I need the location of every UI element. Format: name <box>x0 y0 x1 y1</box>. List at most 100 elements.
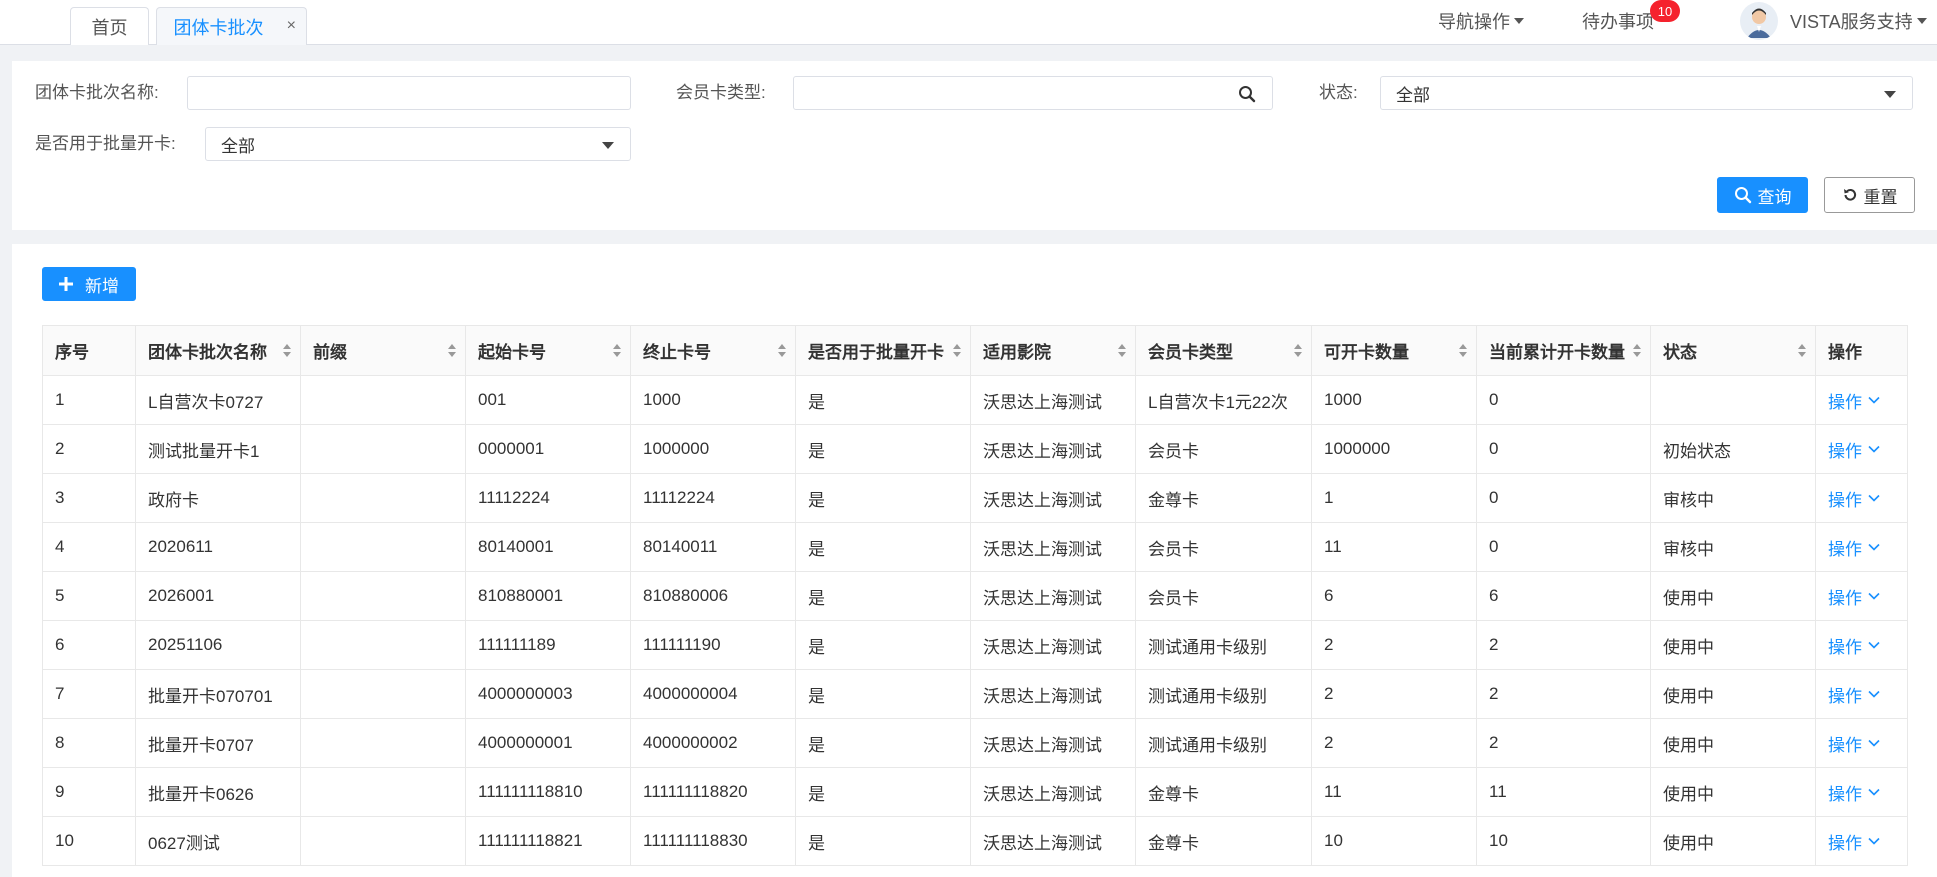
cell-prefix <box>300 571 466 621</box>
sort-icon[interactable] <box>1633 344 1641 358</box>
cell-open-count: 11 <box>1311 522 1477 572</box>
cell-prefix <box>300 669 466 719</box>
add-button[interactable]: 新增 <box>42 267 136 301</box>
card-type-input[interactable] <box>793 76 1273 110</box>
cell-end-card: 1000 <box>630 375 796 425</box>
cell-actions: 操作 <box>1815 375 1908 425</box>
table-row: 7 批量开卡070701 4000000003 4000000004 是沃思达上海测试测… <box>42 669 1908 719</box>
tab-group-card-batch[interactable]: 团体卡批次 × <box>156 7 307 45</box>
batch-name-input[interactable] <box>187 76 631 110</box>
sort-icon[interactable] <box>953 344 961 358</box>
cell-end-card: 111111118830 <box>630 816 796 866</box>
sort-icon[interactable] <box>613 344 621 358</box>
col-header-end-card[interactable]: 终止卡号 <box>630 325 796 376</box>
cell-start-card: 4000000001 <box>465 718 631 768</box>
cell-batch-name: 批量开卡0707 <box>135 718 301 768</box>
cell-actions: 操作 <box>1815 767 1908 817</box>
row-action-label: 操作 <box>1828 588 1862 608</box>
cell-index: 7 <box>42 669 136 719</box>
col-header-card-type[interactable]: 会员卡类型 <box>1135 325 1312 376</box>
cell-open-count: 1000 <box>1311 375 1477 425</box>
sort-icon[interactable] <box>778 344 786 358</box>
cell-actions: 操作 <box>1815 816 1908 866</box>
col-header-status[interactable]: 状态 <box>1650 325 1816 376</box>
row-action-dropdown[interactable]: 操作 <box>1828 780 1880 805</box>
row-action-dropdown[interactable]: 操作 <box>1828 829 1880 854</box>
cell-card-type: 测试通用卡级别 <box>1135 718 1312 768</box>
row-action-dropdown[interactable]: 操作 <box>1828 633 1880 658</box>
cell-cinema: 沃思达上海测试 <box>970 424 1136 474</box>
cell-opened-total: 0 <box>1476 473 1651 523</box>
row-action-dropdown[interactable]: 操作 <box>1828 584 1880 609</box>
row-action-dropdown[interactable]: 操作 <box>1828 388 1880 413</box>
table-row: 9 批量开卡0626 111111118810 111111118820 是沃思达上海测… <box>42 767 1908 817</box>
status-select-value: 全部 <box>1396 85 1430 105</box>
row-action-dropdown[interactable]: 操作 <box>1828 682 1880 707</box>
sort-icon[interactable] <box>1459 344 1467 358</box>
chevron-down-icon <box>1868 494 1880 502</box>
cell-batch-open: 是 <box>795 522 971 572</box>
search-icon[interactable] <box>1238 85 1256 103</box>
sort-icon[interactable] <box>1118 344 1126 358</box>
col-header-prefix[interactable]: 前缀 <box>300 325 466 376</box>
row-action-label: 操作 <box>1828 686 1862 706</box>
sort-icon[interactable] <box>448 344 456 358</box>
col-header-actions: 操作 <box>1815 325 1908 376</box>
cell-opened-total: 2 <box>1476 620 1651 670</box>
cell-card-type: 金尊卡 <box>1135 473 1312 523</box>
cell-prefix <box>300 522 466 572</box>
chevron-down-icon <box>1868 690 1880 698</box>
col-header-cinema[interactable]: 适用影院 <box>970 325 1136 376</box>
sort-icon[interactable] <box>1294 344 1302 358</box>
row-action-dropdown[interactable]: 操作 <box>1828 486 1880 511</box>
row-action-label: 操作 <box>1828 833 1862 853</box>
cell-actions: 操作 <box>1815 473 1908 523</box>
cell-cinema: 沃思达上海测试 <box>970 473 1136 523</box>
query-button[interactable]: 查询 <box>1717 177 1808 213</box>
cell-batch-open: 是 <box>795 571 971 621</box>
cell-start-card: 4000000003 <box>465 669 631 719</box>
user-menu[interactable]: VISTA服务支持 <box>1790 0 1927 42</box>
col-header-open-count[interactable]: 可开卡数量 <box>1311 325 1477 376</box>
cell-batch-open: 是 <box>795 424 971 474</box>
cell-start-card: 810880001 <box>465 571 631 621</box>
nav-ops-menu[interactable]: 导航操作 <box>1438 0 1524 42</box>
avatar[interactable] <box>1740 2 1778 40</box>
col-header-batch-open[interactable]: 是否用于批量开卡 <box>795 325 971 376</box>
cell-open-count: 1 <box>1311 473 1477 523</box>
row-action-dropdown[interactable]: 操作 <box>1828 535 1880 560</box>
chevron-down-icon <box>1868 543 1880 551</box>
tab-home[interactable]: 首页 <box>70 7 149 45</box>
cell-card-type: L自营次卡1元22次 <box>1135 375 1312 425</box>
sort-icon[interactable] <box>283 344 291 358</box>
cell-cinema: 沃思达上海测试 <box>970 718 1136 768</box>
cell-cinema: 沃思达上海测试 <box>970 571 1136 621</box>
row-action-dropdown[interactable]: 操作 <box>1828 731 1880 756</box>
batch-name-label: 团体卡批次名称: <box>35 83 159 102</box>
cell-status: 审核中 <box>1650 473 1816 523</box>
row-action-label: 操作 <box>1828 392 1862 412</box>
cell-cinema: 沃思达上海测试 <box>970 375 1136 425</box>
chevron-down-icon <box>1868 592 1880 600</box>
cell-actions: 操作 <box>1815 571 1908 621</box>
cell-status <box>1650 375 1816 425</box>
reset-button[interactable]: 重置 <box>1824 177 1915 213</box>
cell-open-count: 2 <box>1311 718 1477 768</box>
row-action-dropdown[interactable]: 操作 <box>1828 437 1880 462</box>
status-select[interactable]: 全部 <box>1380 76 1913 110</box>
cell-status: 使用中 <box>1650 669 1816 719</box>
cell-opened-total: 6 <box>1476 571 1651 621</box>
cell-prefix <box>300 375 466 425</box>
batch-open-select[interactable]: 全部 <box>205 127 631 161</box>
cell-actions: 操作 <box>1815 669 1908 719</box>
sort-icon[interactable] <box>1798 344 1806 358</box>
cell-prefix <box>300 816 466 866</box>
table-row: 2 测试批量开卡1 0000001 1000000 是沃思达上海测试 会员卡 1000000… <box>42 424 1908 474</box>
col-header-start-card[interactable]: 起始卡号 <box>465 325 631 376</box>
todo-menu[interactable]: 待办事项 <box>1582 0 1654 42</box>
cell-start-card: 80140001 <box>465 522 631 572</box>
close-icon[interactable]: × <box>287 17 296 35</box>
col-header-batch-name[interactable]: 团体卡批次名称 <box>135 325 301 376</box>
cell-end-card: 4000000002 <box>630 718 796 768</box>
col-header-opened-total[interactable]: 当前累计开卡数量 <box>1476 325 1651 376</box>
